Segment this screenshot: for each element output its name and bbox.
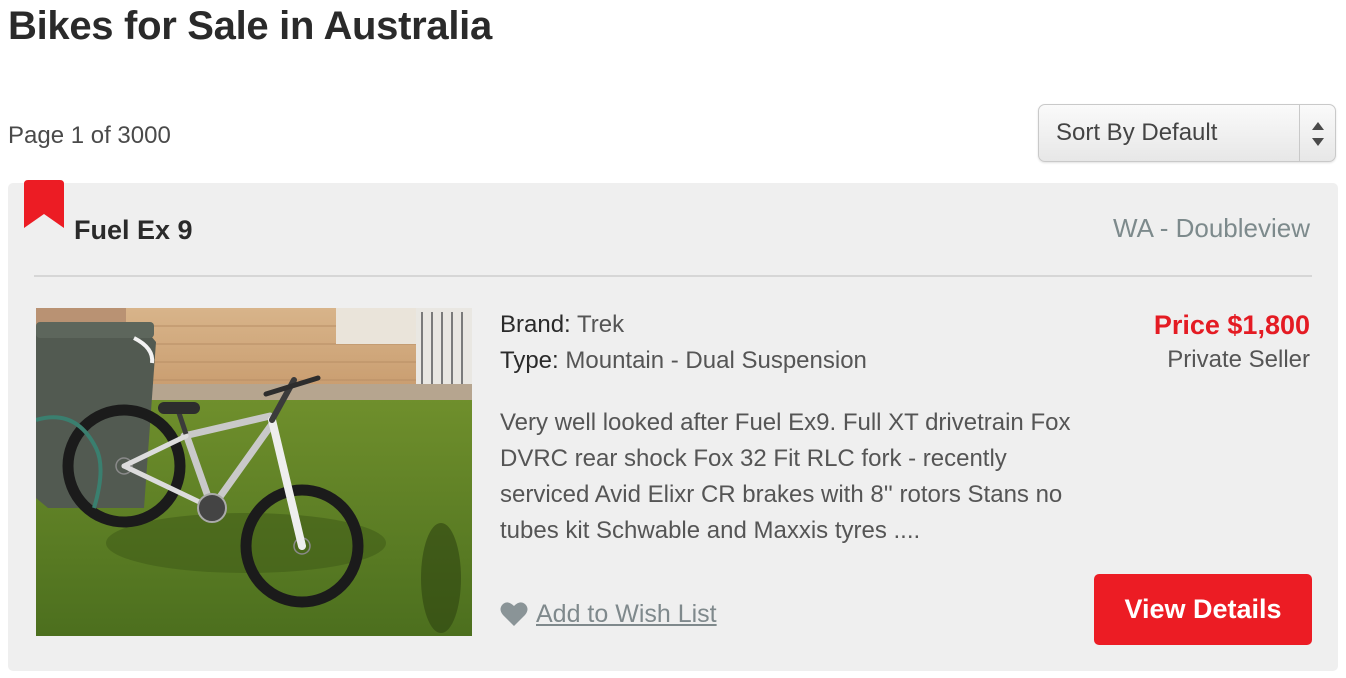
- wishlist-label: Add to Wish List: [536, 599, 717, 628]
- type-value: Mountain - Dual Suspension: [565, 347, 867, 374]
- sort-divider: [1299, 105, 1300, 161]
- listing-description: Very well looked after Fuel Ex9. Full XT…: [500, 409, 1071, 544]
- card-divider: [34, 275, 1312, 277]
- page-title: Bikes for Sale in Australia: [8, 4, 492, 48]
- view-details-button[interactable]: View Details: [1094, 574, 1312, 645]
- add-to-wishlist-link[interactable]: Add to Wish List: [500, 597, 717, 631]
- type-label: Type:: [500, 347, 559, 374]
- brand-value: Trek: [576, 311, 625, 338]
- type-row: Type: Mountain - Dual Suspension: [500, 347, 867, 375]
- heart-icon: [500, 602, 528, 626]
- sort-arrows-icon: [1312, 122, 1324, 146]
- sort-select[interactable]: Sort By Default: [1038, 104, 1336, 162]
- brand-row: Brand: Trek: [500, 311, 624, 339]
- listing-location: WA - Doubleview: [1113, 213, 1310, 243]
- sort-selected-value: Sort By Default: [1056, 119, 1218, 146]
- listing-price: Price $1,800: [1153, 310, 1310, 340]
- page-count: Page 1 of 3000: [8, 122, 171, 149]
- bookmark-icon[interactable]: [24, 180, 64, 228]
- listing-card: Fuel Ex 9 WA - Doubleview Brand: Trek Ty…: [8, 180, 1338, 671]
- listing-title[interactable]: Fuel Ex 9: [74, 215, 193, 246]
- brand-label: Brand:: [500, 311, 571, 338]
- seller-type: Private Seller: [1167, 346, 1310, 373]
- bike-photo: [36, 308, 472, 636]
- listing-image[interactable]: [36, 308, 472, 636]
